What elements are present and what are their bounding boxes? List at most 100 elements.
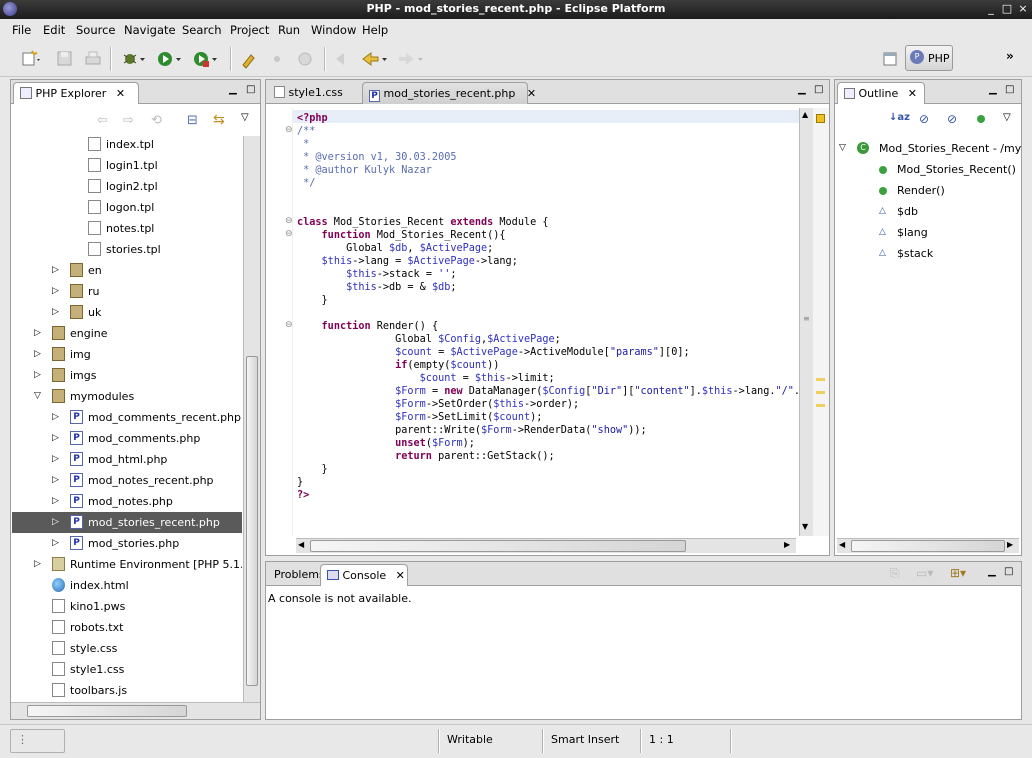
expand-icon[interactable]: ▷ <box>34 554 41 575</box>
tree-item[interactable]: login2.tpl <box>12 176 242 197</box>
link-with-editor-icon[interactable]: ⇆ <box>213 112 225 128</box>
tab-mod-stories-recent-php[interactable]: P mod_stories_recent.php ✕ <box>362 82 536 104</box>
maximize-icon[interactable]: □ <box>246 84 255 95</box>
maximize-window-button[interactable]: □ <box>1000 2 1014 16</box>
scroll-down-icon[interactable]: ▼ <box>802 522 808 531</box>
collapse-icon[interactable]: ▽ <box>839 138 846 159</box>
tree-item[interactable]: stories.tpl <box>12 239 242 260</box>
scroll-right-icon[interactable]: ▶ <box>784 540 790 549</box>
tree-item[interactable]: ▷ img <box>12 344 242 365</box>
fold-icon[interactable]: ⊖ <box>285 229 293 239</box>
forward-nav-icon[interactable]: ⇨ <box>123 113 134 128</box>
close-icon[interactable]: ✕ <box>908 87 917 100</box>
tree-item[interactable]: login1.tpl <box>12 155 242 176</box>
run-icon[interactable] <box>156 49 181 69</box>
tree-item[interactable]: ▷ Pmod_notes_recent.php <box>12 470 242 491</box>
menu-source[interactable]: Source <box>76 23 116 37</box>
menu-edit[interactable]: Edit <box>43 23 65 37</box>
tree-item[interactable]: ▷ en <box>12 260 242 281</box>
open-perspective-icon[interactable] <box>880 49 902 69</box>
tree-item[interactable]: ▷ Pmod_html.php <box>12 449 242 470</box>
tab-php-explorer[interactable]: PHP Explorer ✕ <box>13 82 139 104</box>
tree-item[interactable]: toolbars.js <box>12 680 242 701</box>
annotation-marker[interactable] <box>816 404 825 407</box>
outline-class-item[interactable]: ▽ C Mod_Stories_Recent - /myeb <box>835 138 1021 159</box>
scroll-left-icon[interactable]: ◀ <box>839 540 845 549</box>
fast-view-bar[interactable]: ⋮ <box>10 729 65 753</box>
php-perspective-button[interactable]: P PHP <box>905 45 953 71</box>
run-external-icon[interactable] <box>192 49 217 69</box>
maximize-icon[interactable]: □ <box>814 84 823 95</box>
code-editor[interactable]: ⊖ ⊖ ⊖ ⊖ <?php /** * * @version v1, 30.03… <box>267 108 799 536</box>
fold-icon[interactable]: ⊖ <box>285 216 293 226</box>
hide-static-icon[interactable]: ⊘ <box>947 112 957 126</box>
overview-ruler[interactable] <box>813 108 829 536</box>
code-text[interactable]: <?php /** * * @version v1, 30.03.2005 * … <box>297 112 799 502</box>
close-icon[interactable]: ✕ <box>527 87 536 100</box>
maximize-icon[interactable]: □ <box>1004 566 1013 577</box>
outline-member-item[interactable]: △ $lang <box>835 222 1021 243</box>
tree-item[interactable]: ▷ Pmod_stories.php <box>12 533 242 554</box>
expand-icon[interactable]: ▷ <box>52 260 59 281</box>
menu-search[interactable]: Search <box>182 23 222 37</box>
collapse-all-icon[interactable]: ⊟ <box>187 113 198 128</box>
last-edit-icon[interactable] <box>332 49 354 69</box>
expand-icon[interactable]: ▷ <box>34 323 41 344</box>
pin-console-icon[interactable]: ⎘ <box>890 566 900 581</box>
menu-window[interactable]: Window <box>311 23 356 37</box>
scroll-left-icon[interactable]: ◀ <box>298 540 304 549</box>
tree-item[interactable]: ▽ mymodules <box>12 386 242 407</box>
close-window-button[interactable]: × <box>1016 2 1030 16</box>
tree-item[interactable]: style1.css <box>12 659 242 680</box>
open-console-icon[interactable]: ⊞▾ <box>950 566 966 580</box>
expand-icon[interactable]: ▷ <box>52 470 59 491</box>
tree-item[interactable]: ▷ engine <box>12 323 242 344</box>
menu-file[interactable]: File <box>12 23 31 37</box>
annotation-marker[interactable] <box>816 378 825 381</box>
maximize-icon[interactable]: □ <box>1005 84 1014 95</box>
expand-icon[interactable]: ▷ <box>52 533 59 554</box>
minimize-icon[interactable]: ▁ <box>229 84 237 95</box>
up-nav-icon[interactable]: ⟲ <box>151 113 162 128</box>
expand-icon[interactable]: ▷ <box>34 344 41 365</box>
tree-item[interactable]: ▷ Pmod_comments.php <box>12 428 242 449</box>
tree-item[interactable]: kino1.pws <box>12 596 242 617</box>
tab-console[interactable]: Console ✕ <box>320 564 408 586</box>
expand-icon[interactable]: ▷ <box>52 449 59 470</box>
expand-icon[interactable]: ▷ <box>52 428 59 449</box>
print-icon[interactable] <box>82 49 104 69</box>
tree-item[interactable]: ▷ Pmod_notes.php <box>12 491 242 512</box>
menu-help[interactable]: Help <box>362 23 388 37</box>
editor-vscrollbar[interactable]: ▲ ▼ ≡ <box>799 108 813 536</box>
expand-icon[interactable]: ▷ <box>52 302 59 323</box>
scroll-right-icon[interactable]: ▶ <box>1007 540 1013 549</box>
fold-icon[interactable]: ⊖ <box>285 125 293 135</box>
hide-fields-icon[interactable]: ⊘ <box>919 112 929 126</box>
menu-run[interactable]: Run <box>278 23 300 37</box>
tab-problems[interactable]: Problems <box>268 564 325 586</box>
forward-icon[interactable] <box>396 49 423 69</box>
menu-project[interactable]: Project <box>230 23 269 37</box>
minimize-icon[interactable]: ▁ <box>988 566 996 577</box>
view-menu-icon[interactable]: ▽ <box>1003 112 1011 123</box>
view-menu-icon[interactable]: ▽ <box>241 112 249 123</box>
explorer-vscrollbar[interactable] <box>243 136 260 702</box>
tree-item[interactable]: robots.txt <box>12 617 242 638</box>
tree-item[interactable]: ▷ imgs <box>12 365 242 386</box>
minimize-icon[interactable]: ▁ <box>798 84 806 95</box>
tree-item[interactable]: ▷ ru <box>12 281 242 302</box>
explorer-vscroll-thumb[interactable] <box>246 356 258 686</box>
outline-member-item[interactable]: △ $stack <box>835 243 1021 264</box>
collapse-icon[interactable]: ▽ <box>34 386 41 407</box>
tree-item[interactable]: index.tpl <box>12 136 242 155</box>
explorer-hscroll-thumb[interactable] <box>27 705 187 717</box>
tree-item[interactable]: style.css <box>12 638 242 659</box>
outline-member-item[interactable]: Mod_Stories_Recent() <box>835 159 1021 180</box>
fold-icon[interactable]: ⊖ <box>285 320 293 330</box>
minimize-icon[interactable]: ▁ <box>989 84 997 95</box>
expand-icon[interactable]: ▷ <box>34 365 41 386</box>
close-icon[interactable]: ✕ <box>396 569 405 582</box>
debug-icon[interactable] <box>120 49 145 69</box>
menu-navigate[interactable]: Navigate <box>124 23 176 37</box>
scroll-up-icon[interactable]: ▲ <box>802 110 808 119</box>
